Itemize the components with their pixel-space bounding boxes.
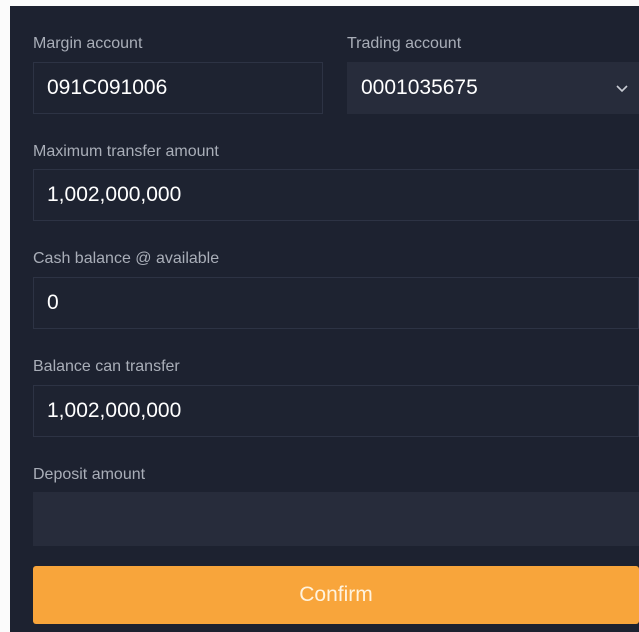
max-transfer-field: 1,002,000,000: [33, 169, 639, 221]
deposit-amount-label: Deposit amount: [33, 466, 146, 483]
balance-transfer-value: 1,002,000,000: [47, 399, 182, 422]
cash-balance-field: 0: [33, 277, 639, 329]
balance-transfer-label: Balance can transfer: [33, 358, 180, 375]
confirm-button[interactable]: Confirm: [33, 566, 639, 624]
margin-account-field[interactable]: 091C091006: [33, 62, 323, 114]
max-transfer-label: Maximum transfer amount: [33, 143, 219, 160]
trading-account-value: 0001035675: [361, 76, 478, 99]
balance-transfer-field: 1,002,000,000: [33, 385, 639, 437]
chevron-down-icon[interactable]: [612, 78, 632, 98]
deposit-amount-input[interactable]: [33, 492, 639, 546]
max-transfer-value: 1,002,000,000: [47, 183, 182, 206]
margin-account-value: 091C091006: [47, 76, 168, 99]
cash-balance-value: 0: [47, 291, 59, 314]
trading-account-select[interactable]: 0001035675: [347, 62, 639, 114]
cash-balance-label: Cash balance @ available: [33, 250, 220, 267]
trading-account-label: Trading account: [347, 35, 462, 52]
margin-account-label: Margin account: [33, 35, 143, 52]
